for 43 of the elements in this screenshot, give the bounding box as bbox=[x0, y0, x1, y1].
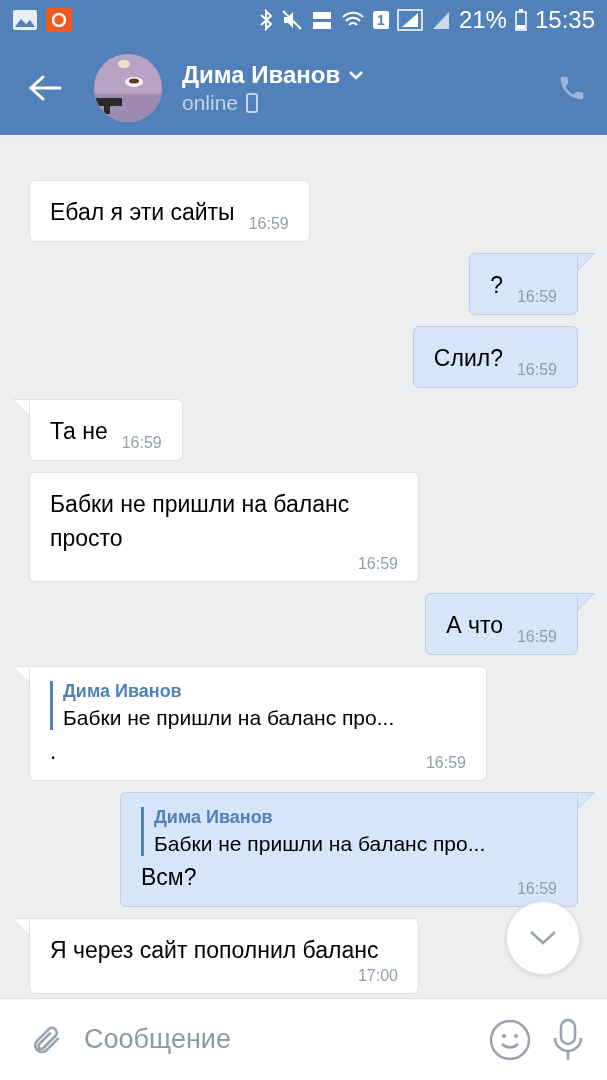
contact-name[interactable]: Дима Иванов bbox=[182, 60, 341, 89]
message-text: ? bbox=[490, 271, 503, 300]
message-text: Слил? bbox=[433, 344, 503, 373]
emoji-icon[interactable] bbox=[489, 1018, 531, 1061]
message-composer[interactable]: Сообщение bbox=[0, 998, 607, 1080]
battery-icon bbox=[514, 9, 527, 31]
quote-text: Бабки не пришли на баланс про... bbox=[63, 706, 396, 730]
message-text: . bbox=[50, 737, 57, 766]
message-time: 17:00 bbox=[357, 967, 398, 985]
message-text: А что bbox=[446, 611, 503, 640]
chevron-down-icon[interactable] bbox=[348, 69, 365, 80]
sim-badge: 1 bbox=[373, 11, 389, 29]
back-arrow-icon[interactable] bbox=[28, 73, 62, 102]
quote-author: Дима Иванов bbox=[154, 807, 274, 828]
message-time: 16:59 bbox=[516, 288, 557, 306]
message-time: 16:59 bbox=[516, 628, 557, 646]
bluetooth-icon bbox=[259, 9, 274, 31]
microphone-icon[interactable] bbox=[551, 1017, 585, 1062]
chevron-down-icon bbox=[529, 930, 557, 946]
message-time: 16:59 bbox=[121, 434, 162, 452]
message-time: 16:59 bbox=[248, 215, 289, 233]
scroll-down-button[interactable] bbox=[506, 901, 580, 975]
message-time: 16:59 bbox=[357, 555, 398, 573]
mute-icon bbox=[281, 9, 304, 31]
message-time: 16:59 bbox=[425, 754, 466, 772]
message-time: 16:59 bbox=[516, 880, 557, 898]
quote-author: Дима Иванов bbox=[63, 681, 183, 702]
phone-device-icon bbox=[246, 92, 259, 113]
app-notification-icon bbox=[46, 8, 72, 32]
message-text: Всм? bbox=[141, 863, 197, 892]
signal-icon bbox=[396, 9, 423, 31]
clock: 15:35 bbox=[534, 6, 595, 34]
message-text: Та не bbox=[50, 417, 108, 446]
online-status: online bbox=[182, 90, 239, 115]
message-text: Я через сайт пополнил баланс bbox=[50, 936, 379, 965]
battery-percent: 21% bbox=[458, 6, 507, 34]
image-icon bbox=[12, 9, 38, 31]
message-time: 16:59 bbox=[516, 361, 557, 379]
signal-icon bbox=[430, 10, 451, 30]
message-text: Ебал я эти сайты bbox=[50, 198, 235, 227]
message-input[interactable]: Сообщение bbox=[82, 1023, 469, 1056]
message-text: Бабки не пришли на баланс просто bbox=[50, 490, 351, 553]
quote-text: Бабки не пришли на баланс про... bbox=[154, 832, 487, 856]
